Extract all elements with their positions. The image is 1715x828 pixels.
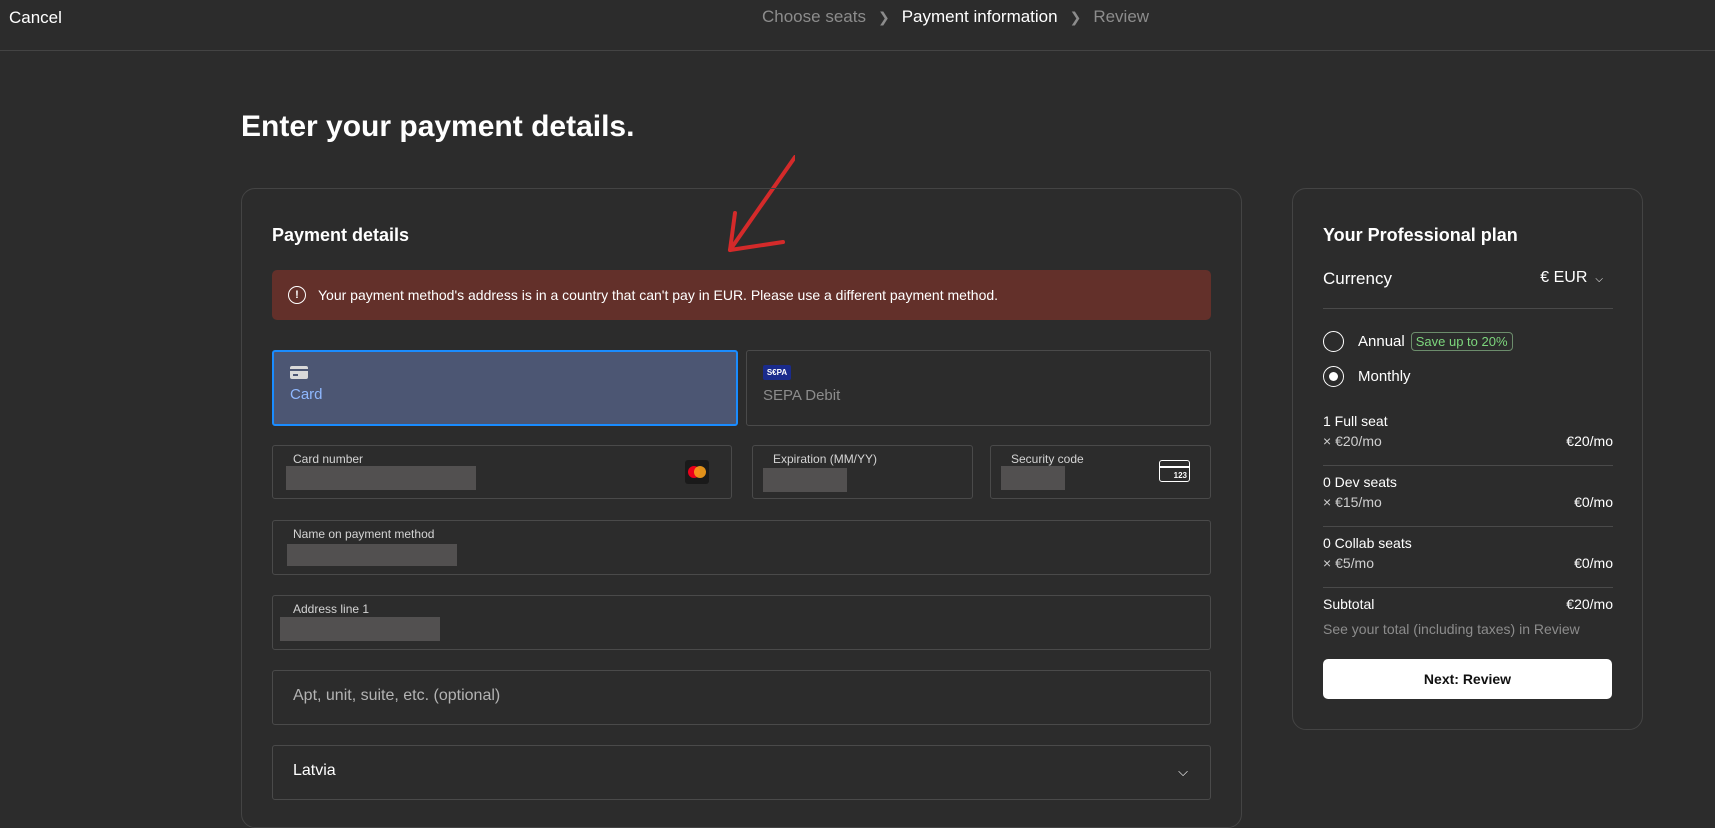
step-choose-seats[interactable]: Choose seats [762, 7, 866, 27]
address-line-1-field[interactable]: Address line 1 [272, 595, 1211, 650]
seat-rate: × €20/mo [1323, 433, 1382, 449]
step-payment-information: Payment information [901, 7, 1058, 26]
billing-monthly-option[interactable]: Monthly [1323, 366, 1411, 387]
radio-monthly[interactable] [1323, 366, 1344, 387]
save-badge: Save up to 20% [1410, 332, 1513, 351]
top-bar: Cancel Choose seats ❯ Payment informatio… [0, 0, 1715, 51]
name-on-payment-method-label: Name on payment method [293, 527, 435, 541]
page-title: Enter your payment details. [241, 110, 635, 143]
chevron-down-icon: ⌵ [1595, 274, 1603, 285]
plan-summary-card: Your Professional plan Currency € EUR ⌵ A… [1292, 188, 1643, 730]
subtotal-label: Subtotal [1323, 596, 1375, 612]
payment-method-sepa-label: SEPA Debit [763, 387, 841, 404]
expiration-field[interactable]: Expiration (MM/YY) [752, 445, 973, 499]
checkout-steps: Choose seats ❯ Payment information ❯ Rev… [762, 7, 1149, 27]
seat-rate: × €5/mo [1323, 555, 1374, 571]
credit-card-icon [290, 366, 308, 379]
seat-name: 0 Collab seats [1323, 535, 1412, 551]
redacted-value [286, 466, 476, 490]
country-value: Latvia [293, 762, 336, 779]
plan-title: Your Professional plan [1323, 225, 1518, 245]
seat-amount: €0/mo [1574, 494, 1613, 510]
redacted-value [280, 617, 440, 641]
payment-details-title: Payment details [272, 225, 410, 245]
security-code-field[interactable]: Security code 123 [990, 445, 1211, 499]
total-note: See your total (including taxes) in Revi… [1323, 621, 1580, 637]
seat-amount: €20/mo [1566, 433, 1613, 449]
seat-row-dev: 0 Dev seats × €15/mo €0/mo [1323, 474, 1613, 527]
currency-label: Currency [1323, 269, 1392, 288]
error-message: Your payment method's address is in a co… [318, 287, 999, 303]
name-on-payment-method-field[interactable]: Name on payment method [272, 520, 1211, 575]
error-banner: ! Your payment method's address is in a … [272, 270, 1211, 320]
card-number-field[interactable]: Card number [272, 445, 732, 499]
security-code-label: Security code [1011, 452, 1084, 466]
address-line-2-field[interactable]: Apt, unit, suite, etc. (optional) [272, 670, 1211, 725]
seat-rate: × €15/mo [1323, 494, 1382, 510]
chevron-down-icon: ⌵ [1178, 764, 1188, 779]
billing-annual-option[interactable]: Annual Save up to 20% [1323, 331, 1513, 352]
payment-method-sepa[interactable]: S€PA SEPA Debit [746, 350, 1211, 426]
step-review: Review [1093, 7, 1150, 26]
seat-name: 1 Full seat [1323, 413, 1388, 429]
currency-row: Currency € EUR ⌵ [1323, 269, 1613, 309]
annual-label: Annual [1358, 333, 1405, 350]
payment-method-card[interactable]: Card [272, 350, 738, 426]
seat-row-collab: 0 Collab seats × €5/mo €0/mo [1323, 535, 1613, 588]
card-number-label: Card number [293, 452, 364, 466]
payment-details-card: Payment details ! Your payment method's … [241, 188, 1242, 828]
seat-amount: €0/mo [1574, 555, 1613, 571]
address-line-2-placeholder: Apt, unit, suite, etc. (optional) [293, 687, 501, 704]
seat-row-full: 1 Full seat × €20/mo €20/mo [1323, 413, 1613, 466]
cvc-card-icon: 123 [1159, 460, 1190, 482]
currency-value: € EUR [1540, 269, 1588, 286]
subtotal-value: €20/mo [1566, 596, 1613, 612]
expiration-label: Expiration (MM/YY) [773, 452, 878, 466]
address-line-1-label: Address line 1 [293, 602, 370, 616]
redacted-value [763, 468, 847, 492]
radio-annual[interactable] [1323, 331, 1344, 352]
currency-dropdown[interactable]: € EUR ⌵ [1540, 269, 1613, 287]
country-select[interactable]: Latvia ⌵ [272, 745, 1211, 800]
alert-circle-icon: ! [288, 286, 306, 304]
redacted-value [1001, 466, 1065, 490]
chevron-right-icon: ❯ [877, 8, 890, 25]
seat-name: 0 Dev seats [1323, 474, 1397, 490]
sepa-icon: S€PA [763, 365, 791, 380]
next-review-button[interactable]: Next: Review [1323, 659, 1612, 699]
mastercard-icon [685, 460, 709, 484]
monthly-label: Monthly [1358, 368, 1411, 385]
cancel-link[interactable]: Cancel [9, 8, 62, 28]
payment-method-card-label: Card [290, 386, 323, 403]
chevron-right-icon: ❯ [1069, 8, 1082, 25]
redacted-value [287, 544, 457, 566]
